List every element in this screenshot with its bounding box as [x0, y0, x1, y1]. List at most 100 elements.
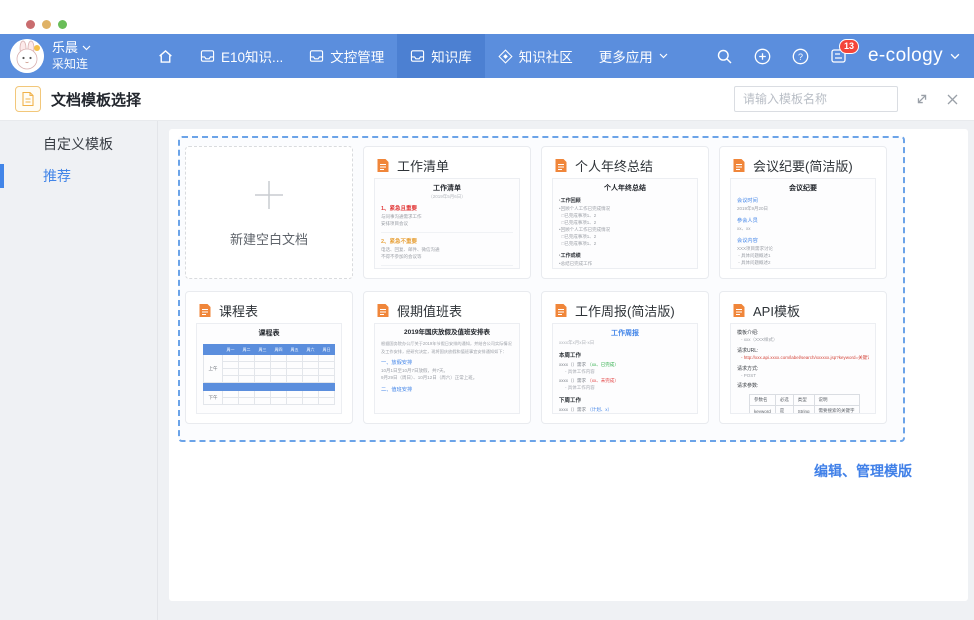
- preview-section-heading: 会议时间: [737, 197, 869, 204]
- nav-e10-knowledge-label: E10知识...: [221, 46, 283, 66]
- active-indicator-bar: [0, 164, 4, 188]
- close-window-button[interactable]: [26, 20, 35, 29]
- nav-more-apps[interactable]: 更多应用: [586, 34, 681, 78]
- tray-icon: [200, 49, 215, 63]
- orange-document-icon: [554, 303, 568, 318]
- sidebar-item-recommended[interactable]: 推荐: [0, 163, 157, 189]
- preview-block-body: •总结已完成工作 成果、亮点1/2 具体事项1至3项、总结: [559, 261, 691, 269]
- template-search-input[interactable]: [734, 86, 898, 112]
- preview-doc-title: 会议纪要: [737, 184, 869, 193]
- template-card-holiday-duty-roster[interactable]: 假期值班表 2019年国庆放假及值班安排表 根据国务院办公厅关于2019年节假日…: [363, 291, 531, 424]
- main-nav: E10知识... 文控管理 知识库 知识社区 更多应用: [144, 34, 681, 78]
- nav-home[interactable]: [144, 34, 187, 78]
- search-button[interactable]: [716, 48, 733, 65]
- preview-date-line: xxxx年x月x日-x日: [559, 340, 691, 346]
- manage-templates-link[interactable]: 编辑、管理模版: [814, 461, 912, 481]
- sidebar-item-recommended-label: 推荐: [43, 166, 71, 186]
- help-button[interactable]: ?: [792, 48, 809, 65]
- template-card-title: 工作清单: [397, 156, 449, 175]
- zoom-window-button[interactable]: [58, 20, 67, 29]
- chevron-down-icon: [950, 53, 960, 60]
- preview-schedule-table: 周一周二周三周四周五周六周日 上午 下午: [203, 344, 335, 405]
- create-new-button[interactable]: [754, 48, 771, 65]
- preview-field-value: - http://xxx.api.xxxx.com/label/search/x…: [737, 355, 869, 361]
- preview-field-label: 模板介绍:: [737, 329, 869, 336]
- template-preview: 工作周报 xxxx年x月x日-x日 本周工作 xxxx（）需求 （xx、已完成）…: [552, 323, 698, 414]
- new-blank-document-label: 新建空白文档: [230, 229, 308, 248]
- preview-subtitle: （2019年5月6日）: [381, 194, 513, 200]
- template-card-title: API模板: [753, 301, 800, 320]
- preview-doc-title: 工作清单: [381, 184, 513, 193]
- status-tag: （xx、已完成）: [587, 362, 619, 367]
- preview-params-table: 参数名 必选 类型 说明 keyword 是 String 需要搜索的关键字: [749, 394, 860, 414]
- nav-e10-knowledge[interactable]: E10知识...: [187, 34, 296, 78]
- template-card-title: 个人年终总结: [575, 156, 653, 175]
- template-card-title: 假期值班表: [397, 301, 462, 320]
- close-dialog-button[interactable]: [946, 93, 959, 106]
- orange-document-icon: [732, 158, 746, 173]
- nav-doc-control[interactable]: 文控管理: [296, 34, 397, 78]
- document-template-icon: [15, 86, 41, 112]
- minimize-window-button[interactable]: [42, 20, 51, 29]
- page-header: 文档模板选择: [0, 78, 974, 121]
- rabbit-avatar-icon: [10, 39, 44, 73]
- preview-field-value: - POST: [737, 373, 869, 378]
- template-card-work-checklist[interactable]: 工作清单 工作清单 （2019年5月6日） 1、紧急且重要 与同事沟通需求工作 …: [363, 146, 531, 279]
- new-blank-document-card[interactable]: 新建空白文档: [185, 146, 353, 279]
- template-card-meeting-minutes[interactable]: 会议纪要(简洁版) 会议纪要 会议时间 2019年9月20日 参会人员 xx、x…: [719, 146, 887, 279]
- preview-section-body: XXX项目需求讨论 - 具体问题概述1 - 具体问题概述2 XXX项目需求XXX…: [737, 246, 869, 269]
- expand-button[interactable]: [915, 92, 929, 106]
- template-card-class-schedule[interactable]: 课程表 课程表 周一周二周三周四周五周六周日 上午: [185, 291, 353, 424]
- preview-subline: - 具体工作内容: [559, 369, 691, 375]
- user-block: 乐晨 采知连: [52, 40, 110, 72]
- template-card-year-end-summary[interactable]: 个人年终总结 个人年终总结 ·工作回顾 •回顾个人工作已完成情况 □已完成事项1…: [541, 146, 709, 279]
- tray-icon: [410, 49, 425, 63]
- template-preview: 模板介绍: - xxx（XXX样式） 请求URL: - http://xxx.a…: [730, 323, 876, 414]
- orange-document-icon: [554, 158, 568, 173]
- preview-subline: - 具体工作内容: [559, 385, 691, 391]
- preview-block-heading: 本周工作: [559, 351, 691, 359]
- template-card-title: 课程表: [219, 301, 258, 320]
- preview-doc-title: 工作周报: [559, 329, 691, 338]
- preview-section-body: xx、xx: [737, 226, 869, 233]
- expand-icon: [915, 92, 929, 106]
- preview-block-heading: ·工作成绩: [559, 252, 691, 259]
- template-sidebar: 自定义模板 推荐: [0, 121, 158, 620]
- orange-document-icon: [376, 158, 390, 173]
- nav-knowledge-base[interactable]: 知识库: [397, 34, 485, 78]
- chevron-down-icon: [82, 45, 91, 51]
- avatar[interactable]: [10, 39, 44, 73]
- brand-logo[interactable]: e-cology: [868, 45, 960, 67]
- template-preview: 个人年终总结 ·工作回顾 •回顾个人工作已完成情况 □已完成事项1、2 □已完成…: [552, 178, 698, 269]
- template-card-weekly-report[interactable]: 工作周报(简洁版) 工作周报 xxxx年x月x日-x日 本周工作 xxxx（）需…: [541, 291, 709, 424]
- nav-knowledge-community[interactable]: 知识社区: [485, 34, 586, 78]
- nav-knowledge-community-label: 知识社区: [519, 46, 573, 66]
- navbar-right: ? 13 e-cology: [716, 45, 960, 67]
- template-card-title: 工作周报(简洁版): [575, 301, 675, 320]
- orange-document-icon: [732, 303, 746, 318]
- user-org-label: 采知连: [52, 57, 110, 73]
- preview-field-value: - xxx（XXX样式）: [737, 337, 869, 343]
- app-window: 乐晨 采知连 E10知识... 文控管理 知识库 知识: [0, 0, 974, 620]
- status-tag: （计划、x）: [587, 407, 612, 412]
- home-icon: [157, 48, 174, 65]
- preview-intro: 根据国务院办公厅关于2019年节假日安排的通知，并结合公司实际情况及工作安排，经…: [381, 340, 513, 354]
- preview-section-body: 与同事沟通需求工作 安排项目会议: [381, 214, 513, 228]
- preview-block-body: •回顾个人工作已完成情况 □已完成事项1、2 □已完成事项1、2 •回顾个人工作…: [559, 206, 691, 248]
- template-card-api[interactable]: API模板 模板介绍: - xxx（XXX样式） 请求URL: - http:/…: [719, 291, 887, 424]
- message-center-button[interactable]: 13: [830, 48, 847, 64]
- user-name[interactable]: 乐晨: [52, 40, 110, 57]
- chevron-down-icon: [659, 53, 668, 59]
- sidebar-section-custom-templates[interactable]: 自定义模板: [0, 121, 157, 154]
- preview-doc-title: 个人年终总结: [559, 184, 691, 193]
- dialog-body: 自定义模板 推荐 新建空白文档 工作清单: [0, 121, 974, 620]
- document-icon: [21, 91, 35, 107]
- preview-field-label: 请求URL:: [737, 347, 869, 354]
- window-titlebar: [0, 0, 974, 34]
- orange-document-icon: [198, 303, 212, 318]
- preview-section-heading: 二、值班安排: [381, 386, 513, 393]
- template-preview: 课程表 周一周二周三周四周五周六周日 上午 下午: [196, 323, 342, 414]
- user-name-label: 乐晨: [52, 40, 78, 57]
- status-tag: （xx、未完成）: [587, 378, 619, 383]
- preview-field-label: 请求参数:: [737, 382, 869, 389]
